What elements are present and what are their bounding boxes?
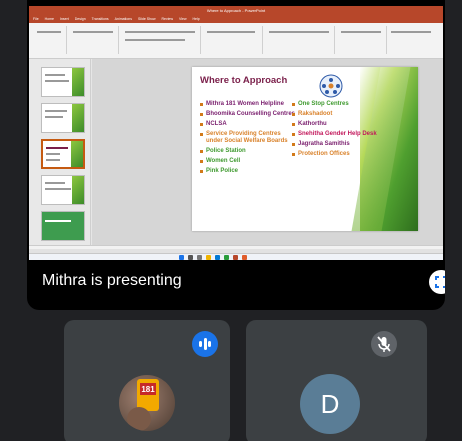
right-column-list: One Stop Centres Rakshadoot Kathorthu Snehi… xyxy=(292,101,392,161)
slide-bullet: Bhoomika Counselling Centres xyxy=(200,111,295,118)
participant-tile-d[interactable]: D xyxy=(246,320,427,441)
slide-bullet: Mithra 181 Women Helpline xyxy=(200,101,295,108)
presenter-label: Mithra is presenting xyxy=(42,272,182,289)
windows-taskbar xyxy=(29,253,443,260)
ribbon-tab: File xyxy=(33,17,39,21)
presentation-tile[interactable]: Where to Approach - PowerPoint File Home I… xyxy=(27,0,445,310)
app-icon xyxy=(242,255,247,260)
search-icon xyxy=(188,255,193,260)
slide-bullet: Jagratha Samithis xyxy=(292,141,392,148)
window-title: Where to Approach - PowerPoint xyxy=(29,6,443,16)
slide-title: Where to Approach xyxy=(200,75,288,86)
slide-thumbnail xyxy=(41,175,85,205)
ribbon-tabs: File Home Insert Design Transitions Animation… xyxy=(29,16,443,23)
left-column-list: Mithra 181 Women Helpline Bhoomika Counse… xyxy=(200,101,295,178)
ribbon-tab: Home xyxy=(44,17,54,21)
slide-bullet: Kathorthu xyxy=(292,121,392,128)
chrome-icon xyxy=(224,255,229,260)
ribbon-tab: Design xyxy=(74,17,86,21)
slide-bullet: Rakshadoot xyxy=(292,111,392,118)
slide-bullet: Women Cell xyxy=(200,158,295,165)
svg-text:181: 181 xyxy=(141,385,155,394)
folder-icon xyxy=(206,255,211,260)
slide-canvas: Where to Approach Mithra 181 Women Helpl… xyxy=(92,59,443,245)
slide-bullet: Snehitha Gender Help Desk xyxy=(292,131,392,138)
current-slide: Where to Approach Mithra 181 Women Helpl… xyxy=(192,67,418,231)
fullscreen-icon xyxy=(435,276,445,288)
ribbon-tab: Review xyxy=(161,17,173,21)
emblem-icon xyxy=(319,74,343,98)
slide-thumbnail-selected xyxy=(41,139,85,169)
edge-icon xyxy=(215,255,220,260)
mic-off-icon xyxy=(371,331,397,357)
slide-thumbnail xyxy=(41,103,85,133)
ribbon-tab: Animations xyxy=(114,17,132,21)
slide-bullet: Police Station xyxy=(200,148,295,155)
ribbon-tab: View xyxy=(178,17,187,21)
ribbon-tab: Transitions xyxy=(91,17,109,21)
ribbon-toolbar xyxy=(29,23,443,59)
ribbon-tab: Help xyxy=(192,17,200,21)
slide-thumbnails-panel: 1 xyxy=(29,59,91,245)
slide-bullet: Protection Offices xyxy=(292,151,392,158)
fullscreen-button[interactable] xyxy=(429,270,445,294)
audio-wave-icon xyxy=(192,331,218,357)
start-icon xyxy=(179,255,184,260)
ribbon-tab: Insert xyxy=(59,17,69,21)
slide-bullet: One Stop Centres xyxy=(292,101,392,108)
slide-thumbnail: 1 xyxy=(41,67,85,97)
slide-bullet: Service Providing Centres under Social W… xyxy=(200,131,295,145)
taskview-icon xyxy=(197,255,202,260)
slide-thumbnail xyxy=(41,211,85,241)
slide-bullet: NCLSA xyxy=(200,121,295,128)
ribbon-tab: Slide Show xyxy=(137,17,156,21)
shared-screen: Where to Approach - PowerPoint File Home I… xyxy=(29,6,443,260)
slide-bullet: Pink Police xyxy=(200,168,295,175)
powerpoint-icon xyxy=(233,255,238,260)
participant-tile-mithra[interactable]: 181 xyxy=(64,320,230,441)
avatar-initial: D xyxy=(300,374,360,434)
photo-avatar: 181 xyxy=(119,375,175,431)
